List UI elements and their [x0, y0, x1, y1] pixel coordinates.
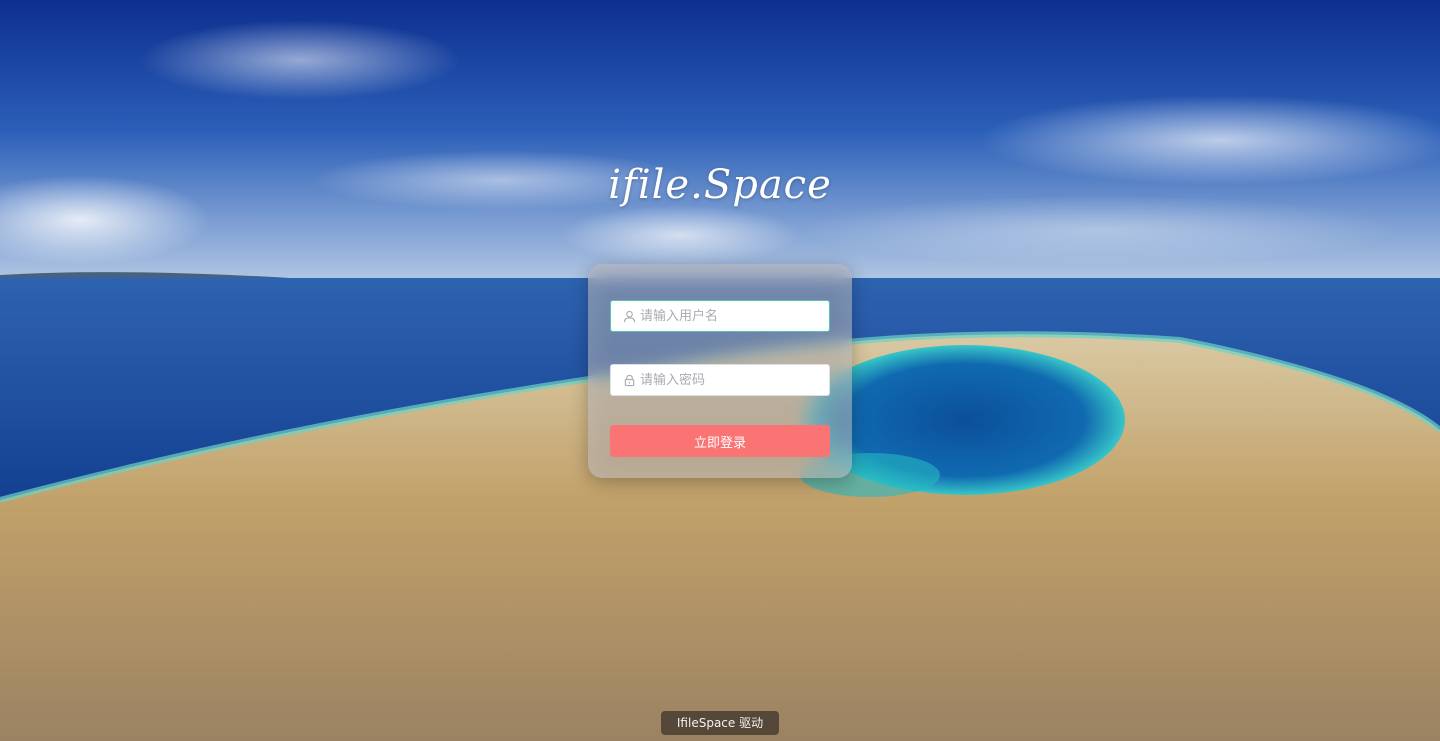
login-button[interactable]: 立即登录 — [610, 425, 830, 457]
password-input[interactable] — [640, 366, 820, 394]
site-logo: ifile.Space — [608, 162, 832, 208]
login-card: 立即登录 — [588, 264, 852, 478]
username-input[interactable] — [640, 302, 820, 330]
powered-by-badge: IfileSpace 驱动 — [661, 711, 779, 735]
password-field[interactable] — [610, 364, 830, 396]
lock-icon — [622, 373, 636, 387]
login-page: ifile.Space 立即登录 IfileSpace 驱动 — [0, 0, 1440, 741]
username-field[interactable] — [610, 300, 830, 332]
user-icon — [622, 309, 636, 323]
